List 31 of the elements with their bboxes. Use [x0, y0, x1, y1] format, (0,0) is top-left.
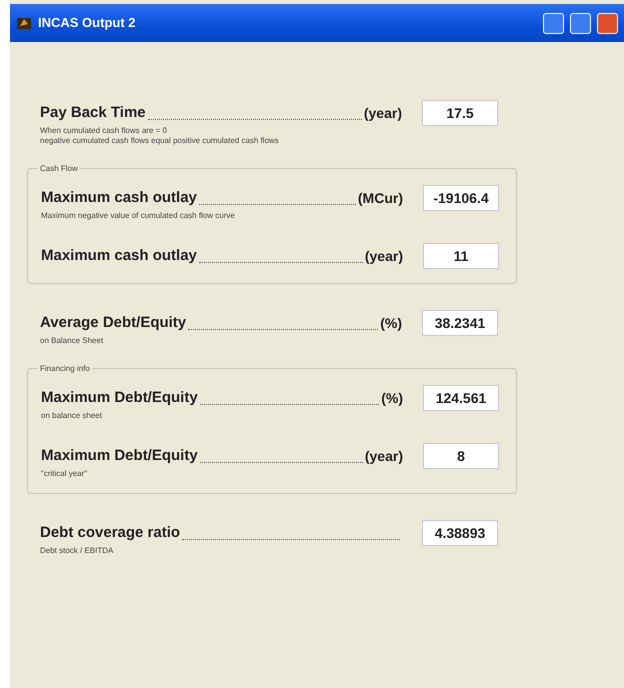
- unit-label: (year): [364, 246, 403, 266]
- unit-label: (year): [364, 104, 402, 123]
- field-label: Maximum cash outlay: [41, 246, 197, 266]
- unit-label: (MCur): [358, 188, 403, 208]
- note-text: "critical year": [41, 469, 88, 479]
- unit-label: (year): [364, 446, 403, 466]
- close-button[interactable]: [597, 12, 618, 34]
- note-text: negative cumulated cash flows equal positive cumulated cash flows: [40, 136, 280, 146]
- note-text: on balance sheet: [41, 411, 103, 421]
- value-field[interactable]: 4.38893: [422, 520, 498, 546]
- value-field[interactable]: 17.5: [422, 100, 498, 126]
- field-label: Maximum Debt/Equity: [41, 446, 198, 466]
- field-label: Pay Back Time: [40, 102, 146, 123]
- field-label: Maximum Debt/Equity: [41, 388, 198, 408]
- field-label: Maximum cash outlay: [41, 188, 197, 208]
- note-text: Debt stock / EBITDA: [40, 546, 114, 556]
- note-text: Maximum negative value of cumulated cash flow curve: [41, 211, 236, 221]
- value-field[interactable]: 8: [423, 443, 499, 469]
- value-field[interactable]: 11: [423, 243, 499, 269]
- field-label: Average Debt/Equity: [40, 312, 186, 333]
- window-title: INCAS Output 2: [38, 14, 136, 32]
- note-text: When cumulated cash flows are = 0: [40, 126, 168, 136]
- value-field[interactable]: -19106.4: [423, 185, 499, 211]
- unit-label: (%): [381, 388, 403, 408]
- value-field[interactable]: 38.2341: [422, 310, 498, 336]
- value-field[interactable]: 124.561: [423, 385, 499, 411]
- app-icon: [16, 15, 32, 31]
- group-title: Financing info: [38, 363, 92, 375]
- unit-label: (%): [380, 314, 402, 333]
- note-text: on Balance Sheet: [40, 336, 104, 346]
- field-label: Debt coverage ratio: [40, 522, 180, 543]
